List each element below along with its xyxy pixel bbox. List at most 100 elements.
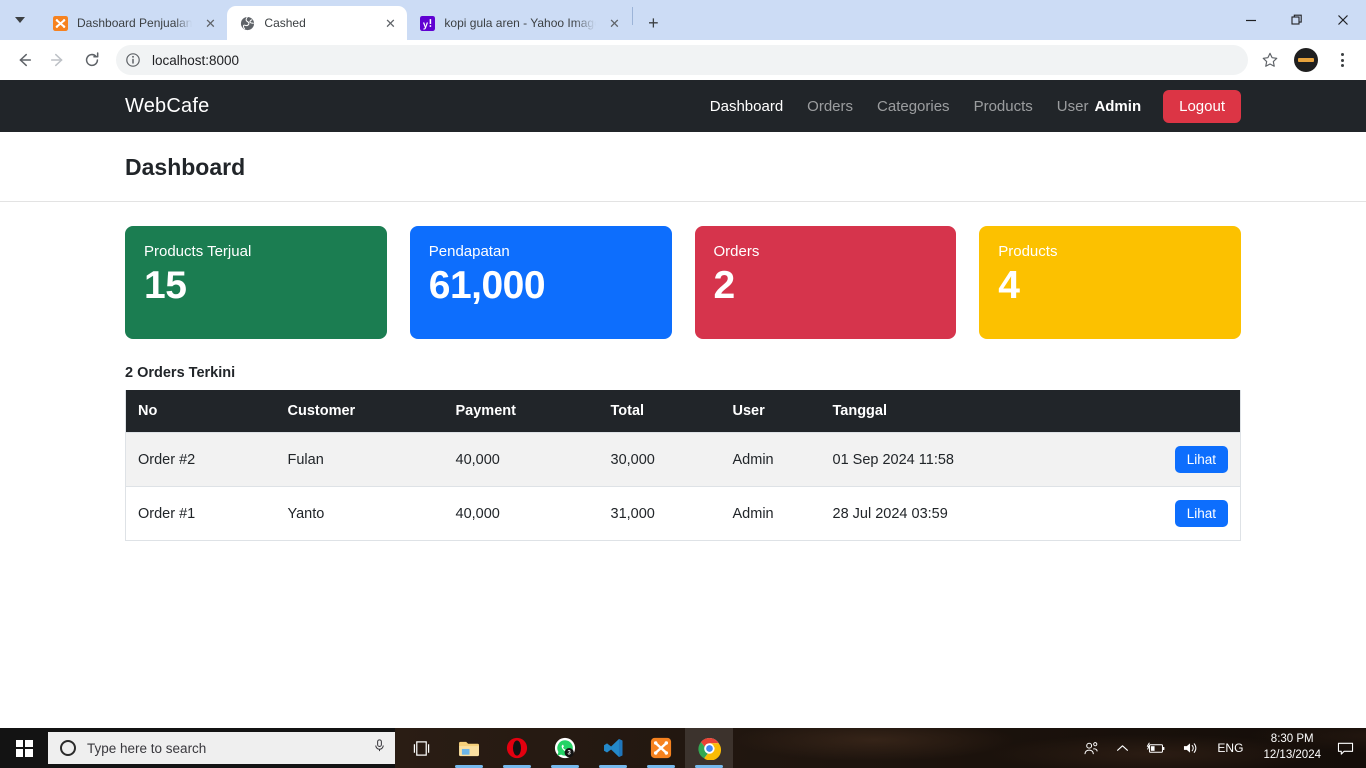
microphone-icon[interactable] bbox=[372, 738, 387, 758]
maximize-restore-button[interactable] bbox=[1274, 0, 1320, 40]
taskbar-search-input[interactable]: Type here to search bbox=[48, 732, 395, 764]
cell-action: Lihat bbox=[1144, 486, 1241, 541]
cell-user: Admin bbox=[722, 432, 823, 487]
profile-avatar[interactable] bbox=[1294, 48, 1318, 72]
search-placeholder-text: Type here to search bbox=[87, 740, 207, 756]
cell-no: Order #1 bbox=[125, 486, 278, 541]
app-navbar: WebCafe Dashboard Orders Categories Prod… bbox=[0, 80, 1366, 132]
cell-tanggal: 28 Jul 2024 03:59 bbox=[822, 486, 1145, 541]
chrome-menu-icon[interactable] bbox=[1326, 44, 1358, 76]
minimize-button[interactable] bbox=[1228, 0, 1274, 40]
table-header-row: No Customer Payment Total User Tanggal bbox=[125, 390, 1241, 433]
table-row[interactable]: Order #2 Fulan 40,000 30,000 Admin 01 Se… bbox=[125, 432, 1241, 487]
tab-search-button[interactable] bbox=[0, 0, 40, 40]
battery-charging-icon[interactable] bbox=[1137, 728, 1174, 768]
stat-card-products-terjual[interactable]: Products Terjual 15 bbox=[125, 226, 387, 339]
stat-card-value: 61,000 bbox=[428, 264, 546, 307]
windows-taskbar: Type here to search 3 ENG 8:30 PM 12/13/… bbox=[0, 728, 1366, 768]
svg-text:y: y bbox=[423, 19, 429, 29]
input-language-indicator[interactable]: ENG bbox=[1207, 728, 1253, 768]
cell-user: Admin bbox=[722, 486, 823, 541]
chrome-icon[interactable] bbox=[685, 728, 733, 768]
site-info-icon[interactable] bbox=[122, 49, 144, 71]
cell-customer: Yanto bbox=[277, 486, 446, 541]
browser-tab-yahoo-image-search[interactable]: y kopi gula aren - Yahoo Image S ✕ bbox=[407, 6, 631, 40]
whatsapp-icon[interactable]: 3 bbox=[541, 728, 589, 768]
people-icon[interactable] bbox=[1075, 728, 1108, 768]
nav-link-products[interactable]: Products bbox=[962, 92, 1045, 121]
close-icon[interactable]: ✕ bbox=[605, 14, 623, 32]
nav-link-categories[interactable]: Categories bbox=[865, 92, 962, 121]
taskbar-apps: 3 bbox=[397, 728, 733, 768]
column-header-customer: Customer bbox=[277, 390, 446, 433]
stat-card-value: 4 bbox=[998, 264, 1020, 307]
reload-icon[interactable] bbox=[76, 44, 108, 76]
address-bar[interactable]: localhost:8000 bbox=[116, 45, 1248, 75]
column-header-tanggal: Tanggal bbox=[822, 390, 1145, 433]
stat-card-value: 2 bbox=[713, 264, 736, 307]
file-explorer-icon[interactable] bbox=[445, 728, 493, 768]
orders-table-body: Order #2 Fulan 40,000 30,000 Admin 01 Se… bbox=[125, 432, 1241, 541]
cell-payment: 40,000 bbox=[445, 432, 601, 487]
navbar-user[interactable]: User Admin bbox=[1045, 92, 1145, 121]
view-order-button[interactable]: Lihat bbox=[1174, 446, 1228, 473]
bookmark-star-icon[interactable] bbox=[1254, 44, 1286, 76]
clock-date: 12/13/2024 bbox=[1263, 749, 1321, 761]
cell-no: Order #2 bbox=[125, 432, 278, 487]
nav-link-dashboard[interactable]: Dashboard bbox=[698, 92, 795, 121]
nav-link-orders[interactable]: Orders bbox=[795, 92, 865, 121]
column-header-total: Total bbox=[600, 390, 723, 433]
orders-table: No Customer Payment Total User Tanggal O… bbox=[125, 390, 1241, 541]
column-header-action bbox=[1144, 390, 1241, 433]
start-button[interactable] bbox=[0, 728, 48, 768]
xampp-icon bbox=[52, 15, 68, 31]
cell-total: 30,000 bbox=[600, 432, 723, 487]
task-view-icon[interactable] bbox=[397, 728, 445, 768]
cell-total: 31,000 bbox=[600, 486, 723, 541]
stat-card-orders[interactable]: Orders 2 bbox=[694, 226, 957, 339]
volume-icon[interactable] bbox=[1174, 728, 1207, 768]
app-brand[interactable]: WebCafe bbox=[125, 95, 209, 118]
cortana-circle-icon bbox=[60, 740, 76, 756]
stat-card-label: Products Terjual bbox=[144, 243, 252, 260]
globe-icon bbox=[239, 15, 255, 31]
cell-action: Lihat bbox=[1144, 432, 1241, 487]
browser-tab-cashed[interactable]: Cashed ✕ bbox=[227, 6, 408, 40]
tab-divider bbox=[632, 7, 634, 25]
opera-icon[interactable] bbox=[493, 728, 541, 768]
browser-toolbar: localhost:8000 bbox=[0, 40, 1366, 80]
stat-card-products[interactable]: Products 4 bbox=[979, 226, 1241, 339]
url-text: localhost:8000 bbox=[152, 52, 240, 68]
logout-button[interactable]: Logout bbox=[1163, 89, 1241, 123]
stat-card-label: Orders bbox=[713, 243, 760, 260]
tab-title: Cashed bbox=[264, 16, 306, 30]
new-tab-button[interactable]: + bbox=[639, 9, 667, 37]
column-header-user: User bbox=[722, 390, 823, 433]
table-row[interactable]: Order #1 Yanto 40,000 31,000 Admin 28 Ju… bbox=[125, 486, 1241, 541]
navbar-user-name: Admin bbox=[1094, 97, 1142, 115]
window-controls bbox=[1228, 0, 1366, 40]
close-icon[interactable]: ✕ bbox=[201, 14, 219, 32]
main-container: Products Terjual 15 Pendapatan 61,000 Or… bbox=[125, 226, 1241, 541]
close-window-button[interactable] bbox=[1320, 0, 1366, 40]
browser-tab-dashboard-penjualan[interactable]: Dashboard Penjualan ✕ bbox=[40, 6, 227, 40]
forward-icon[interactable] bbox=[42, 44, 74, 76]
view-order-button[interactable]: Lihat bbox=[1174, 500, 1228, 527]
browser-window: Dashboard Penjualan ✕ Cashed ✕ y kopi gu… bbox=[0, 0, 1366, 728]
chevron-down-icon bbox=[15, 17, 25, 23]
orders-table-head: No Customer Payment Total User Tanggal bbox=[125, 390, 1241, 433]
system-tray: ENG 8:30 PM 12/13/2024 bbox=[1075, 728, 1366, 768]
back-icon[interactable] bbox=[8, 44, 40, 76]
notification-center-icon[interactable] bbox=[1331, 728, 1364, 768]
taskbar-clock[interactable]: 8:30 PM 12/13/2024 bbox=[1253, 728, 1331, 768]
vscode-icon[interactable] bbox=[589, 728, 637, 768]
close-icon[interactable]: ✕ bbox=[381, 14, 399, 32]
xampp-icon[interactable] bbox=[637, 728, 685, 768]
column-header-no: No bbox=[125, 390, 278, 433]
page-header: Dashboard bbox=[0, 132, 1366, 202]
tab-title: Dashboard Penjualan bbox=[77, 16, 193, 30]
stat-card-pendapatan[interactable]: Pendapatan 61,000 bbox=[409, 226, 672, 339]
clock-time: 8:30 PM bbox=[1270, 733, 1314, 746]
show-hidden-icons-chevron-icon[interactable] bbox=[1108, 728, 1137, 768]
stat-card-label: Pendapatan bbox=[428, 243, 510, 260]
